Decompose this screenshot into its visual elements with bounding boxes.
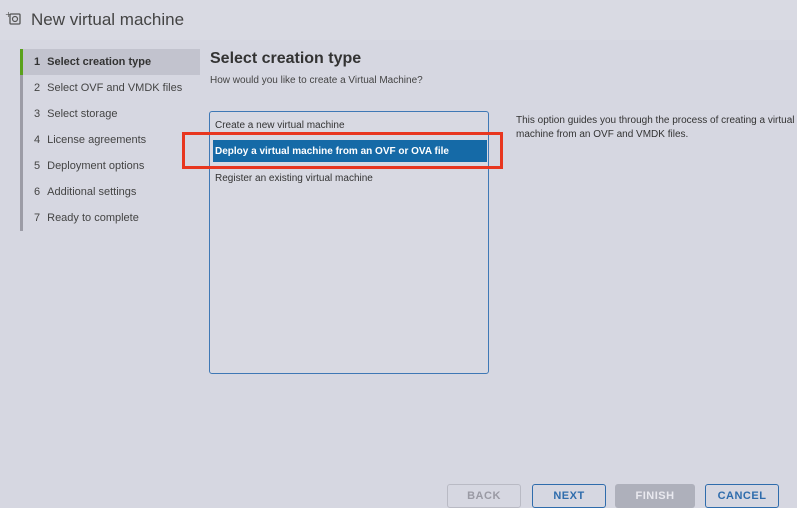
- step-select-creation-type[interactable]: 1 Select creation type: [23, 49, 200, 75]
- page-subtitle: How would you like to create a Virtual M…: [210, 75, 423, 86]
- step-select-ovf-vmdk-files[interactable]: 2 Select OVF and VMDK files: [23, 75, 200, 101]
- step-number: 2: [34, 82, 41, 94]
- step-number: 3: [34, 108, 41, 120]
- step-number: 7: [34, 212, 41, 224]
- step-label: Select creation type: [47, 56, 152, 68]
- step-number: 4: [34, 134, 41, 146]
- page-title: Select creation type: [210, 50, 362, 67]
- step-label: Ready to complete: [47, 212, 139, 224]
- cancel-button[interactable]: CANCEL: [705, 484, 779, 508]
- back-button[interactable]: BACK: [447, 484, 521, 508]
- annotation-highlight-box: [182, 132, 503, 169]
- step-additional-settings[interactable]: 6 Additional settings: [23, 179, 200, 205]
- option-register-existing-vm[interactable]: Register an existing virtual machine: [213, 167, 487, 189]
- step-label: License agreements: [47, 134, 147, 146]
- step-number: 1: [34, 56, 41, 68]
- title-bar: + New virtual machine: [0, 0, 797, 40]
- step-select-storage[interactable]: 3 Select storage: [23, 101, 200, 127]
- step-label: Select storage: [47, 108, 118, 120]
- step-label: Deployment options: [47, 160, 145, 172]
- step-number: 5: [34, 160, 41, 172]
- step-label: Select OVF and VMDK files: [47, 82, 183, 94]
- virtual-machine-add-icon: +: [5, 10, 21, 25]
- finish-button[interactable]: FINISH: [615, 484, 695, 508]
- step-number: 6: [34, 186, 41, 198]
- step-ready-to-complete[interactable]: 7 Ready to complete: [23, 205, 200, 231]
- step-label: Additional settings: [47, 186, 137, 198]
- option-description: This option guides you through the proce…: [516, 115, 795, 140]
- next-button[interactable]: NEXT: [532, 484, 606, 508]
- window-title: New virtual machine: [31, 10, 185, 29]
- step-deployment-options[interactable]: 5 Deployment options: [23, 153, 200, 179]
- step-license-agreements[interactable]: 4 License agreements: [23, 127, 200, 153]
